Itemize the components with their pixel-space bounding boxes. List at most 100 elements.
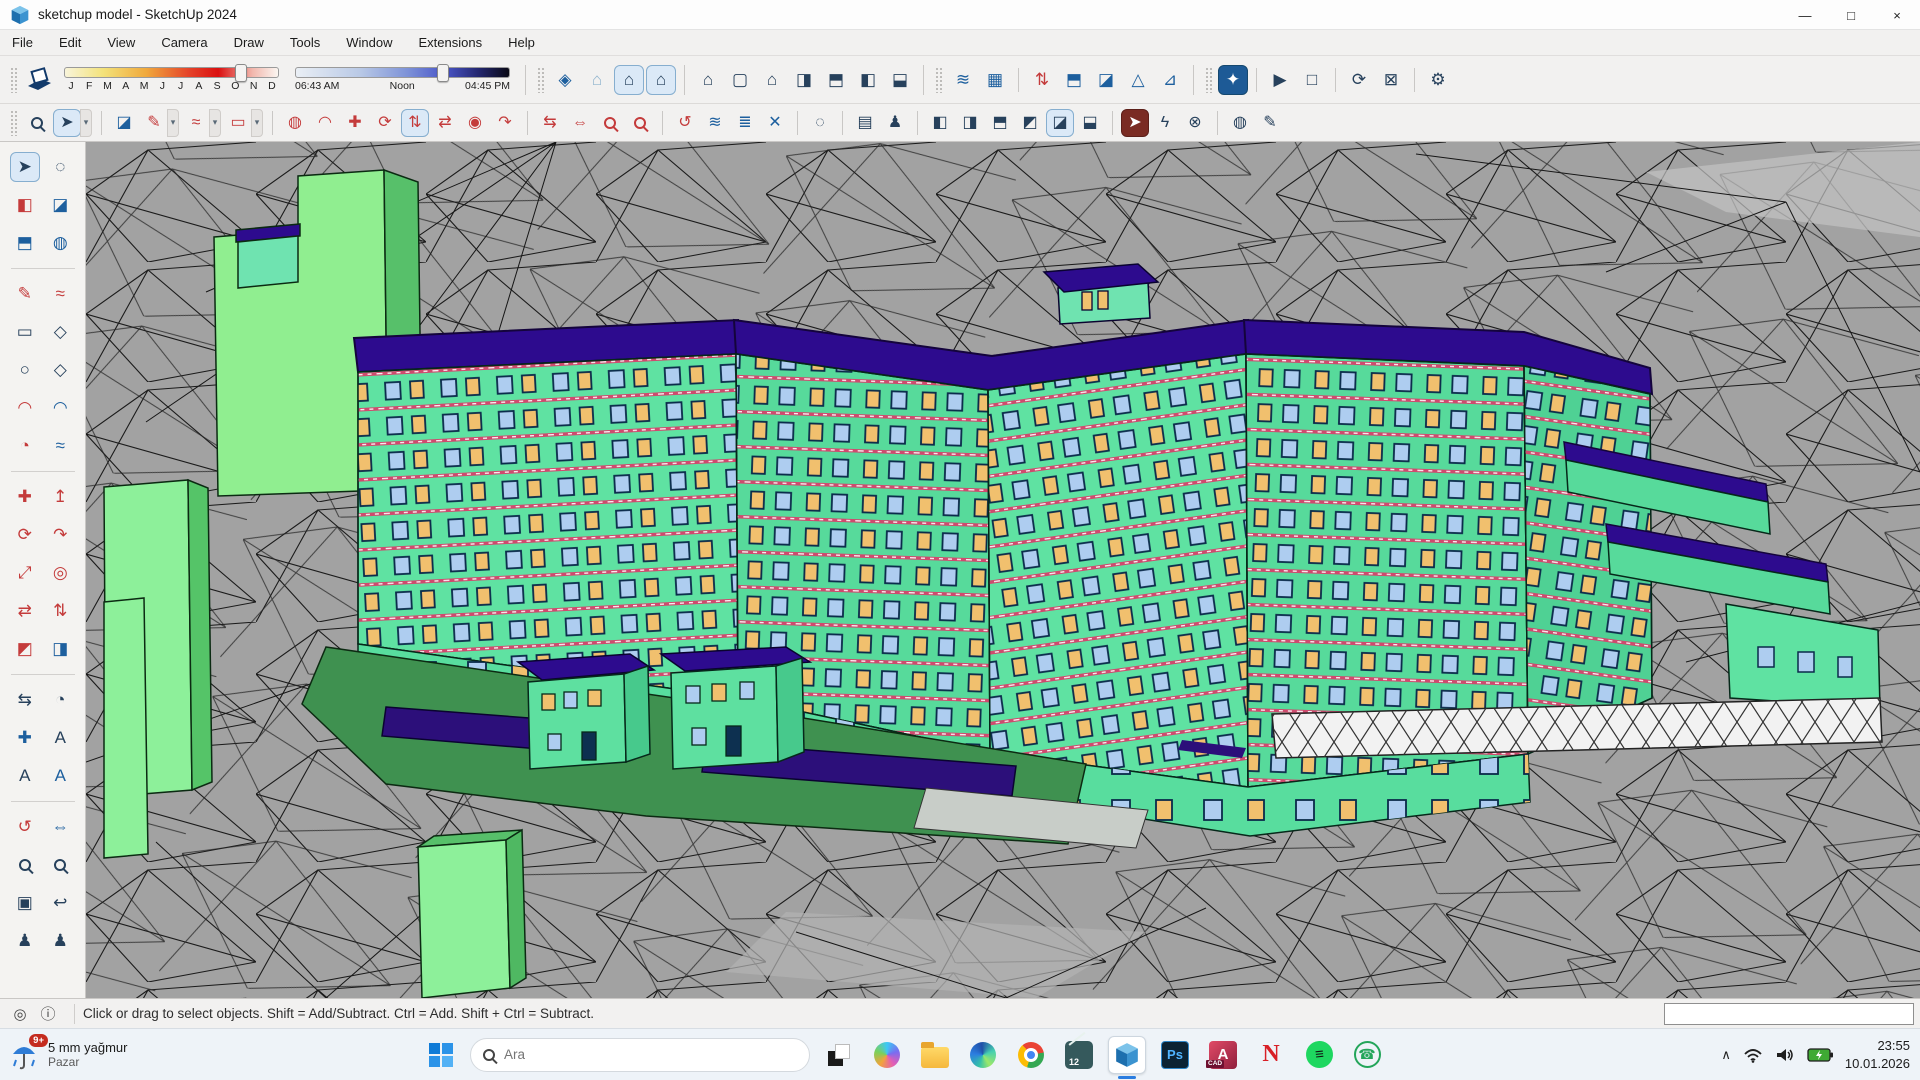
mirror-tool-button[interactable]: ⇄ — [431, 109, 459, 137]
new-document-button[interactable]: ▤ — [851, 109, 879, 137]
view-iso-button[interactable]: ⌂ — [693, 65, 723, 95]
chrome-button[interactable] — [1012, 1036, 1050, 1074]
shadow-date-slider[interactable]: JF MA MJ JA SO ND — [64, 67, 279, 92]
pan-tool-button[interactable]: ⇔ — [566, 109, 594, 137]
position-camera-tool[interactable]: ♟ — [10, 926, 40, 956]
back-edges-style-button[interactable]: ⌂ — [614, 65, 644, 95]
circle-tool[interactable]: ○ — [10, 355, 40, 385]
flip-tool-button[interactable]: ⇅ — [401, 109, 429, 137]
info-icon[interactable]: ⓘ — [38, 1004, 58, 1024]
weather-widget[interactable]: 9+ 5 mm yağmur Pazar — [10, 1038, 127, 1072]
rectangle-dropdown[interactable]: ▾ — [251, 109, 263, 137]
shapes-tool[interactable]: ◧ — [10, 190, 40, 220]
spotify-button[interactable]: ≡ — [1300, 1036, 1338, 1074]
sandbox-from-contours-button[interactable]: ≋ — [948, 65, 978, 95]
loupe-button[interactable]: ◌ — [806, 109, 834, 137]
toolbar-drag-handle[interactable] — [935, 67, 943, 93]
sandbox-from-scratch-button[interactable]: ▦ — [980, 65, 1010, 95]
clock-widget[interactable]: 23:55 10.01.2026 — [1845, 1037, 1910, 1072]
previous-view-tool[interactable]: ↩ — [45, 888, 75, 918]
taskbar-search[interactable] — [470, 1038, 810, 1072]
close-button[interactable]: × — [1874, 0, 1920, 30]
file-explorer-button[interactable] — [916, 1036, 954, 1074]
update-scene-button[interactable]: ⟳ — [1344, 65, 1374, 95]
menu-help[interactable]: Help — [508, 35, 535, 50]
eraser-tool-button[interactable]: ◪ — [110, 109, 138, 137]
mirror-tool[interactable]: ⇄ — [10, 596, 40, 626]
rectangle-tool-button[interactable]: ▭ — [224, 109, 252, 137]
shaded-style-button[interactable]: ⌂ — [646, 65, 676, 95]
paint-bucket-button[interactable]: ◍ — [281, 109, 309, 137]
three-point-arc-tool[interactable]: ◠ — [45, 393, 75, 423]
three-d-text-tool[interactable]: A — [45, 761, 75, 791]
scale-tool[interactable]: ⤢ — [10, 558, 40, 588]
follow-me-tool[interactable]: ↷ — [45, 520, 75, 550]
rotate-tool-button[interactable]: ⟳ — [371, 109, 399, 137]
render-plugin-button[interactable]: ✦ — [1218, 65, 1248, 95]
play-animation-button[interactable]: ▶ — [1265, 65, 1295, 95]
menu-view[interactable]: View — [107, 35, 135, 50]
xray-style-button[interactable]: ⌂ — [582, 65, 612, 95]
solid-split-button[interactable]: ◪ — [1046, 109, 1074, 137]
pointer-plugin-button[interactable]: ➤ — [1121, 109, 1149, 137]
solid-shell-button[interactable]: ⬓ — [1076, 109, 1104, 137]
solar-north-icon[interactable]: ◈ — [550, 65, 580, 95]
push-pull-tool[interactable]: ↥ — [45, 482, 75, 512]
menu-camera[interactable]: Camera — [161, 35, 207, 50]
lasso-tool[interactable]: ◌ — [45, 152, 75, 182]
menu-window[interactable]: Window — [346, 35, 392, 50]
intersect-tool[interactable]: ◨ — [45, 634, 75, 664]
view-top-button[interactable]: ▢ — [725, 65, 755, 95]
lightbulb-button[interactable]: ◍ — [1226, 109, 1254, 137]
maximize-button[interactable]: □ — [1828, 0, 1874, 30]
eraser-tool[interactable]: ◪ — [45, 190, 75, 220]
move-tool-button[interactable]: ✚ — [341, 109, 369, 137]
arc-tool[interactable]: ◠ — [10, 393, 40, 423]
flip-tool[interactable]: ⇅ — [45, 596, 75, 626]
minimize-button[interactable]: — — [1782, 0, 1828, 30]
look-tool-button[interactable]: ◉ — [461, 109, 489, 137]
solid-subtract-button[interactable]: ◨ — [956, 109, 984, 137]
text-tool[interactable]: A — [10, 761, 40, 791]
close-circle-button[interactable]: ⊗ — [1181, 109, 1209, 137]
protractor-tool[interactable]: ◔ — [45, 685, 75, 715]
date-slider-thumb[interactable] — [235, 64, 247, 82]
toolbar-drag-handle[interactable] — [1205, 67, 1213, 93]
planner-app-button[interactable]: 12 — [1060, 1036, 1098, 1074]
menu-extensions[interactable]: Extensions — [419, 35, 483, 50]
walk-tool[interactable]: ♟ — [45, 926, 75, 956]
pen-button[interactable]: ✎ — [1256, 109, 1284, 137]
zoom-extents-tool[interactable]: ▣ — [10, 888, 40, 918]
view-bottom-button[interactable]: ⬓ — [885, 65, 915, 95]
paint-bucket-tool[interactable]: ◍ — [45, 228, 75, 258]
rotated-rectangle-tool[interactable]: ◇ — [45, 317, 75, 347]
view-back-button[interactable]: ⬒ — [821, 65, 851, 95]
sketchup-taskbar-button[interactable] — [1108, 1036, 1146, 1074]
edge-button[interactable] — [964, 1036, 1002, 1074]
axes-tool[interactable]: ✚ — [10, 723, 40, 753]
freehand-tool-button[interactable]: ✎ — [140, 109, 168, 137]
menu-edit[interactable]: Edit — [59, 35, 81, 50]
select-tool[interactable]: ➤ — [10, 152, 40, 182]
sandbox-smoove-button[interactable]: ⇅ — [1027, 65, 1057, 95]
zoom-out-button[interactable] — [626, 109, 654, 137]
follow-me-button[interactable]: ↺ — [671, 109, 699, 137]
move-tool[interactable]: ✚ — [10, 482, 40, 512]
search-input[interactable] — [504, 1047, 764, 1062]
shadow-time-slider[interactable]: 06:43 AM Noon 04:45 PM — [295, 67, 510, 92]
autocad-button[interactable]: ACAD — [1204, 1036, 1242, 1074]
select-dropdown[interactable]: ▾ — [80, 109, 92, 137]
select-tool-button[interactable]: ➤ — [53, 109, 81, 137]
offset-tool[interactable]: ◎ — [45, 558, 75, 588]
outer-shell-tool[interactable]: ◩ — [10, 634, 40, 664]
toolbar-drag-handle[interactable] — [10, 67, 18, 93]
bezier-tool[interactable]: ≈ — [45, 431, 75, 461]
photoshop-button[interactable]: Ps — [1156, 1036, 1194, 1074]
settings-gear-button[interactable]: ⚙ — [1423, 65, 1453, 95]
freehand-dropdown[interactable]: ▾ — [167, 109, 179, 137]
lightning-button[interactable]: ϟ — [1151, 109, 1179, 137]
model-canvas[interactable] — [86, 142, 1920, 998]
time-slider-thumb[interactable] — [437, 64, 449, 82]
penthouse[interactable] — [1044, 264, 1158, 324]
delete-scene-button[interactable]: ⊠ — [1376, 65, 1406, 95]
